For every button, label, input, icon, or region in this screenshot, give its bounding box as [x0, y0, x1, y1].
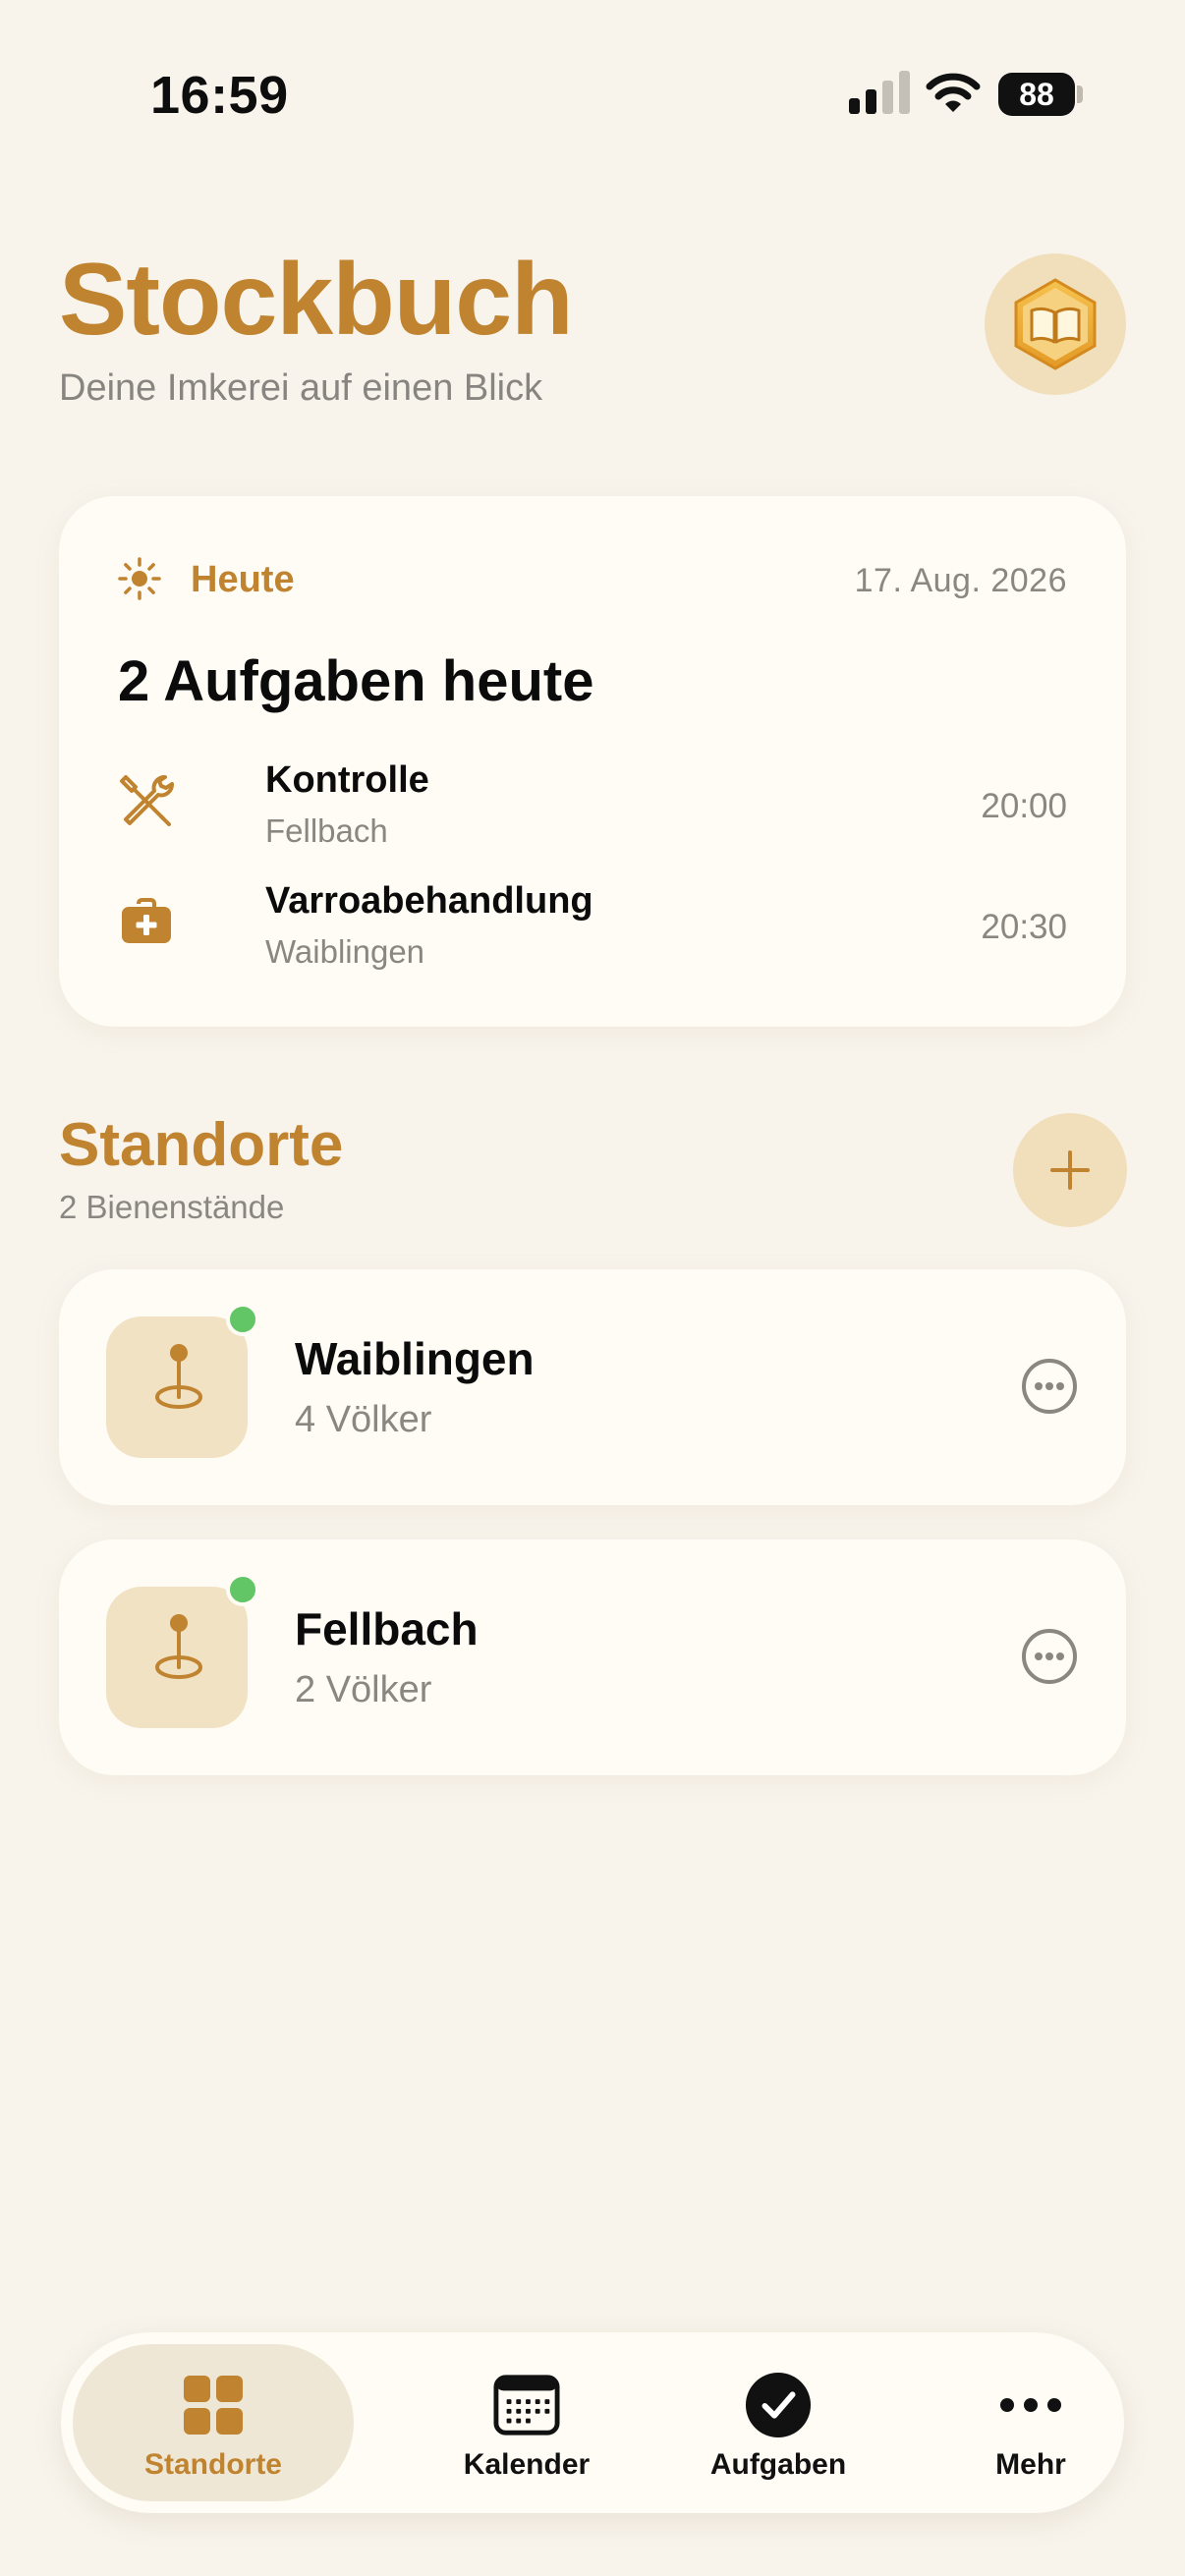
- location-card[interactable]: Fellbach 2 Völker: [59, 1540, 1126, 1775]
- task-time: 20:30: [981, 908, 1067, 946]
- battery-indicator: 88: [998, 73, 1083, 116]
- location-name: Waiblingen: [295, 1333, 535, 1384]
- status-time: 16:59: [150, 66, 289, 125]
- task-time: 20:00: [981, 787, 1067, 825]
- map-pin-icon: [155, 1614, 202, 1679]
- ellipsis-icon: [1000, 2398, 1061, 2412]
- add-location-button[interactable]: [1013, 1113, 1127, 1227]
- book-hexagon-icon: [1014, 278, 1097, 370]
- location-name: Fellbach: [295, 1603, 479, 1654]
- today-label: Heute: [191, 559, 295, 600]
- tab-label: Standorte: [143, 2448, 282, 2481]
- logo-button[interactable]: [985, 253, 1126, 395]
- task-title: Varroabehandlung: [265, 880, 593, 922]
- tab-bar: Standorte Kalender Aufgaben Mehr: [61, 2332, 1124, 2513]
- wifi-icon: [926, 73, 981, 112]
- page-title: Stockbuch: [59, 243, 574, 357]
- tab-standorte[interactable]: Standorte: [73, 2344, 354, 2501]
- tasks-headline: 2 Aufgaben heute: [118, 649, 594, 713]
- battery-level: 88: [998, 73, 1075, 116]
- task-location: Fellbach: [265, 812, 388, 849]
- medkit-icon: [122, 898, 171, 943]
- battery-tip: [1077, 85, 1083, 103]
- location-colony-count: 2 Völker: [295, 1669, 432, 1710]
- task-row[interactable]: Kontrolle Fellbach 20:00: [118, 754, 1067, 862]
- location-colony-count: 4 Völker: [295, 1399, 432, 1440]
- more-options-icon[interactable]: [1020, 1357, 1079, 1416]
- page-subtitle: Deine Imkerei auf einen Blick: [59, 367, 543, 409]
- tab-label: Aufgaben: [709, 2448, 847, 2481]
- grid-icon: [184, 2376, 243, 2435]
- tab-label: Kalender: [463, 2448, 591, 2481]
- tab-mehr[interactable]: Mehr: [904, 2344, 1157, 2501]
- today-date: 17. Aug. 2026: [854, 562, 1067, 599]
- status-dot: [226, 1573, 259, 1606]
- cellular-signal-icon: [849, 71, 910, 114]
- task-location: Waiblingen: [265, 933, 425, 970]
- location-card[interactable]: Waiblingen 4 Völker: [59, 1269, 1126, 1505]
- plus-icon: [1050, 1150, 1090, 1190]
- section-subtitle: 2 Bienenstände: [59, 1189, 285, 1225]
- tools-icon: [120, 775, 174, 826]
- map-pin-icon: [155, 1344, 202, 1409]
- section-title: Standorte: [59, 1111, 344, 1179]
- location-thumbnail: [106, 1303, 259, 1458]
- calendar-icon: [493, 2375, 560, 2436]
- tab-label: Mehr: [995, 2448, 1066, 2481]
- location-thumbnail: [106, 1573, 259, 1728]
- task-row[interactable]: Varroabehandlung Waiblingen 20:30: [118, 874, 1067, 982]
- status-dot: [226, 1303, 259, 1336]
- tab-aufgaben[interactable]: Aufgaben: [651, 2344, 905, 2501]
- task-title: Kontrolle: [265, 759, 429, 801]
- today-card[interactable]: Heute 17. Aug. 2026 2 Aufgaben heute Kon…: [59, 496, 1126, 1027]
- tab-kalender[interactable]: Kalender: [400, 2344, 653, 2501]
- more-options-icon[interactable]: [1020, 1627, 1079, 1686]
- sun-icon: [118, 557, 161, 600]
- checkmark-circle-icon: [745, 2372, 812, 2438]
